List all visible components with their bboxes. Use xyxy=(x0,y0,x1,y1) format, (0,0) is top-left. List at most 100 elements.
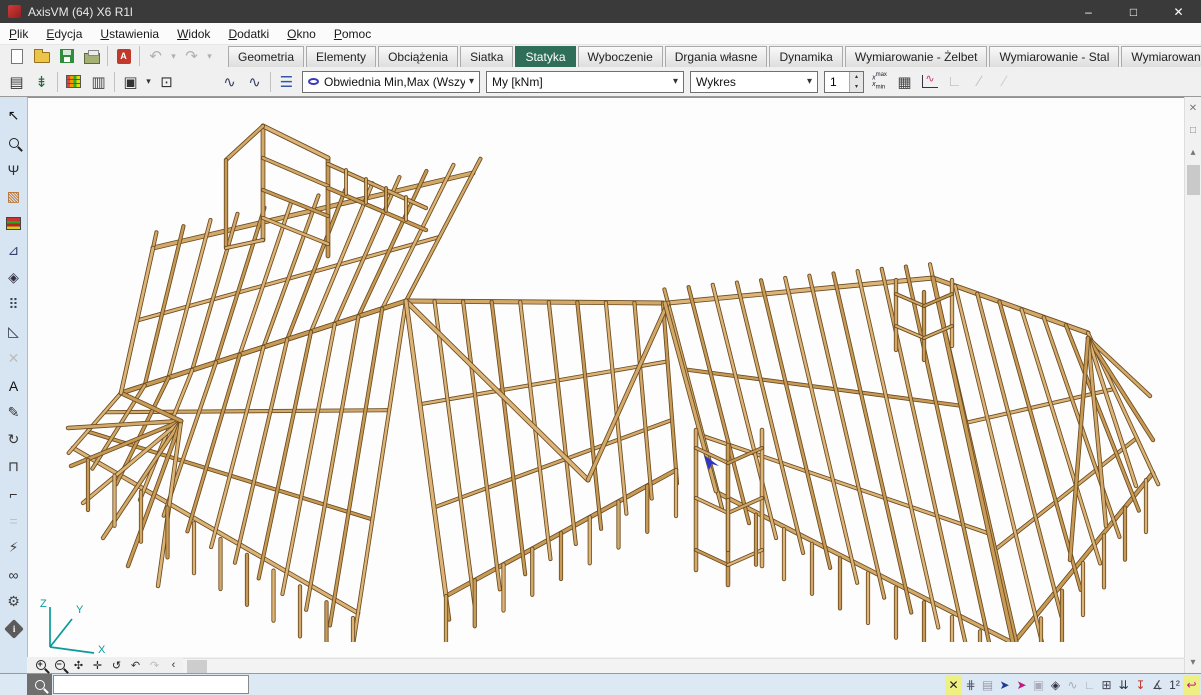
gravity-direction-icon[interactable]: ⇊ xyxy=(1115,675,1132,695)
tab-statyka[interactable]: Statyka xyxy=(515,46,575,67)
scroll-up-icon[interactable]: ▴ xyxy=(1185,141,1201,163)
zoom-in-icon[interactable]: + xyxy=(31,658,50,673)
delete-icon[interactable]: ✕ xyxy=(1,345,26,372)
layer-edit-icon[interactable]: ✎ xyxy=(1,399,26,426)
menu-item-plik[interactable]: Plik xyxy=(0,25,37,43)
selection-cursor-icon[interactable]: ↖ xyxy=(1,102,26,129)
save-button[interactable] xyxy=(54,44,79,68)
menu-item-ustawienia[interactable]: Ustawienia xyxy=(91,25,168,43)
tab-dynamika[interactable]: Dynamika xyxy=(769,46,842,67)
influence-line-icon[interactable]: ∟ xyxy=(942,70,967,94)
workplane-toggle-icon[interactable]: ✕ xyxy=(945,675,962,695)
rendering-icon[interactable]: ⊡ xyxy=(154,70,179,94)
vertical-scrollbar-thumb[interactable] xyxy=(1187,165,1200,195)
elevation-marker-icon[interactable]: ⇟ xyxy=(29,70,54,94)
maximize-button[interactable]: □ xyxy=(1111,0,1156,23)
table-toggle-icon[interactable]: ▤ xyxy=(979,675,996,695)
next-view-icon[interactable]: ↷ xyxy=(145,658,164,673)
constraint-grid-toggle-icon[interactable]: ⋕ xyxy=(962,675,979,695)
display-options-dropdown-icon[interactable]: ▾ xyxy=(143,70,154,94)
previous-view-icon[interactable]: ↶ xyxy=(126,658,145,673)
wrench-settings-icon[interactable]: ⚙ xyxy=(1,588,26,615)
report-maker-icon[interactable]: ▥ xyxy=(86,70,111,94)
horizontal-scrollbar[interactable] xyxy=(183,658,1184,673)
search-input[interactable] xyxy=(53,675,249,694)
pan-icon[interactable]: ✛ xyxy=(88,658,107,673)
node-check-icon[interactable]: ◈ xyxy=(1,264,26,291)
redo-dropdown-icon[interactable]: ▾ xyxy=(204,44,215,68)
chevron-down-icon[interactable]: ▾ xyxy=(469,76,474,87)
tab-drgania-własne[interactable]: Drgania własne xyxy=(665,46,768,67)
display-mode-combo[interactable]: Wykres▾ xyxy=(690,71,818,93)
horizontal-scrollbar-thumb[interactable] xyxy=(187,660,207,673)
support-display-icon[interactable]: ↧ xyxy=(1132,675,1149,695)
animation-icon[interactable]: ▦ xyxy=(892,70,917,94)
section-segment-icon[interactable]: ∕ xyxy=(967,70,992,94)
undo-dropdown-icon[interactable]: ▾ xyxy=(168,44,179,68)
fit-view-icon[interactable]: ✣ xyxy=(69,658,88,673)
polyline-toggle-icon[interactable]: ∿ xyxy=(1064,675,1081,695)
exponent-format-icon[interactable]: 1² xyxy=(1166,675,1183,695)
tab-wymiarowanie-stal[interactable]: Wymiarowanie - Stal xyxy=(989,46,1119,67)
views-icon[interactable]: Ψ xyxy=(1,156,26,183)
tab-siatka[interactable]: Siatka xyxy=(460,46,513,67)
section-plane-icon[interactable]: ∕ xyxy=(992,70,1017,94)
zoom-icon[interactable] xyxy=(1,129,26,156)
linear-results-alt-icon[interactable]: ∿ xyxy=(242,70,267,94)
section-step-icon[interactable]: ⌐ xyxy=(1,480,26,507)
scale-spinner-value[interactable]: 1 xyxy=(825,72,849,92)
mesh-icon[interactable]: ⠿ xyxy=(1,291,26,318)
display-options-icon[interactable]: ▣ xyxy=(118,70,143,94)
menu-item-widok[interactable]: Widok xyxy=(168,25,219,43)
scale-spinner[interactable]: 1▴▾ xyxy=(824,71,864,93)
undo-button[interactable]: ↶ xyxy=(143,44,168,68)
collapse-viewbar-icon[interactable]: ‹ xyxy=(164,658,183,673)
rotate-view-icon[interactable]: ↺ xyxy=(107,658,126,673)
zoom-out-icon[interactable]: − xyxy=(50,658,69,673)
vertex-snap-toggle-icon[interactable]: ◈ xyxy=(1047,675,1064,695)
tab-wymiarowanie-żelbet[interactable]: Wymiarowanie - Żelbet xyxy=(845,46,988,67)
flashlight-icon[interactable]: ⚡ xyxy=(1,534,26,561)
menu-item-pomoc[interactable]: Pomoc xyxy=(325,25,380,43)
linear-results-icon[interactable]: ∿ xyxy=(217,70,242,94)
structure-frame-icon[interactable]: ⊓ xyxy=(1,453,26,480)
menu-item-okno[interactable]: Okno xyxy=(278,25,325,43)
tab-wyboczenie[interactable]: Wyboczenie xyxy=(578,46,663,67)
dimensioning-icon[interactable]: ◺ xyxy=(1,318,26,345)
perspective-glasses-icon[interactable]: ∞ xyxy=(1,561,26,588)
pdf-export-button[interactable]: A xyxy=(111,44,136,68)
new-file-button[interactable] xyxy=(4,44,29,68)
cursor-snap-toggle-icon[interactable]: ➤ xyxy=(1013,675,1030,695)
coordinate-grid-toggle-icon[interactable]: ⊞ xyxy=(1098,675,1115,695)
menu-item-dodatki[interactable]: Dodatki xyxy=(219,25,278,43)
angle-snap-icon[interactable]: ∡ xyxy=(1149,675,1166,695)
renumbering-icon[interactable]: ↻ xyxy=(1,426,26,453)
spinner-down-icon[interactable]: ▾ xyxy=(850,82,863,92)
minimize-button[interactable]: – xyxy=(1066,0,1111,23)
background-layer-toggle-icon[interactable]: ▣ xyxy=(1030,675,1047,695)
local-system-toggle-icon[interactable]: ∟ xyxy=(1081,675,1098,695)
open-file-button[interactable] xyxy=(29,44,54,68)
table-browser-icon[interactable]: ▧ xyxy=(1,183,26,210)
tab-elementy[interactable]: Elementy xyxy=(306,46,376,67)
chevron-down-icon[interactable]: ▾ xyxy=(807,76,812,87)
result-component-list-icon[interactable]: ☰ xyxy=(274,70,299,94)
text-label-icon[interactable]: A xyxy=(1,372,26,399)
menu-item-edycja[interactable]: Edycja xyxy=(37,25,91,43)
spinner-up-icon[interactable]: ▴ xyxy=(850,72,863,82)
print-layers-icon[interactable]: ▤ xyxy=(4,70,29,94)
cursor-step-toggle-icon[interactable]: ➤ xyxy=(996,675,1013,695)
load-case-combo[interactable]: Obwiednia Min,Max (Wszystki▾ xyxy=(302,71,480,93)
color-coded-table-icon[interactable] xyxy=(61,70,86,94)
redo-button[interactable]: ↷ xyxy=(179,44,204,68)
tab-wymiarowanie-drewno[interactable]: Wymiarowanie - Drewno xyxy=(1121,46,1201,67)
model-canvas[interactable]: ZYX xyxy=(27,97,1184,657)
chevron-down-icon[interactable]: ▾ xyxy=(673,76,678,87)
geometric-transform-icon[interactable]: ⊿ xyxy=(1,237,26,264)
info-icon[interactable]: i xyxy=(1,615,26,642)
auto-rotate-toggle-icon[interactable]: ↩ xyxy=(1183,675,1200,695)
scroll-down-icon[interactable]: ▾ xyxy=(1185,651,1201,673)
guidelines-icon[interactable]: = xyxy=(1,507,26,534)
print-button[interactable] xyxy=(79,44,104,68)
color-coding-icon[interactable] xyxy=(1,210,26,237)
